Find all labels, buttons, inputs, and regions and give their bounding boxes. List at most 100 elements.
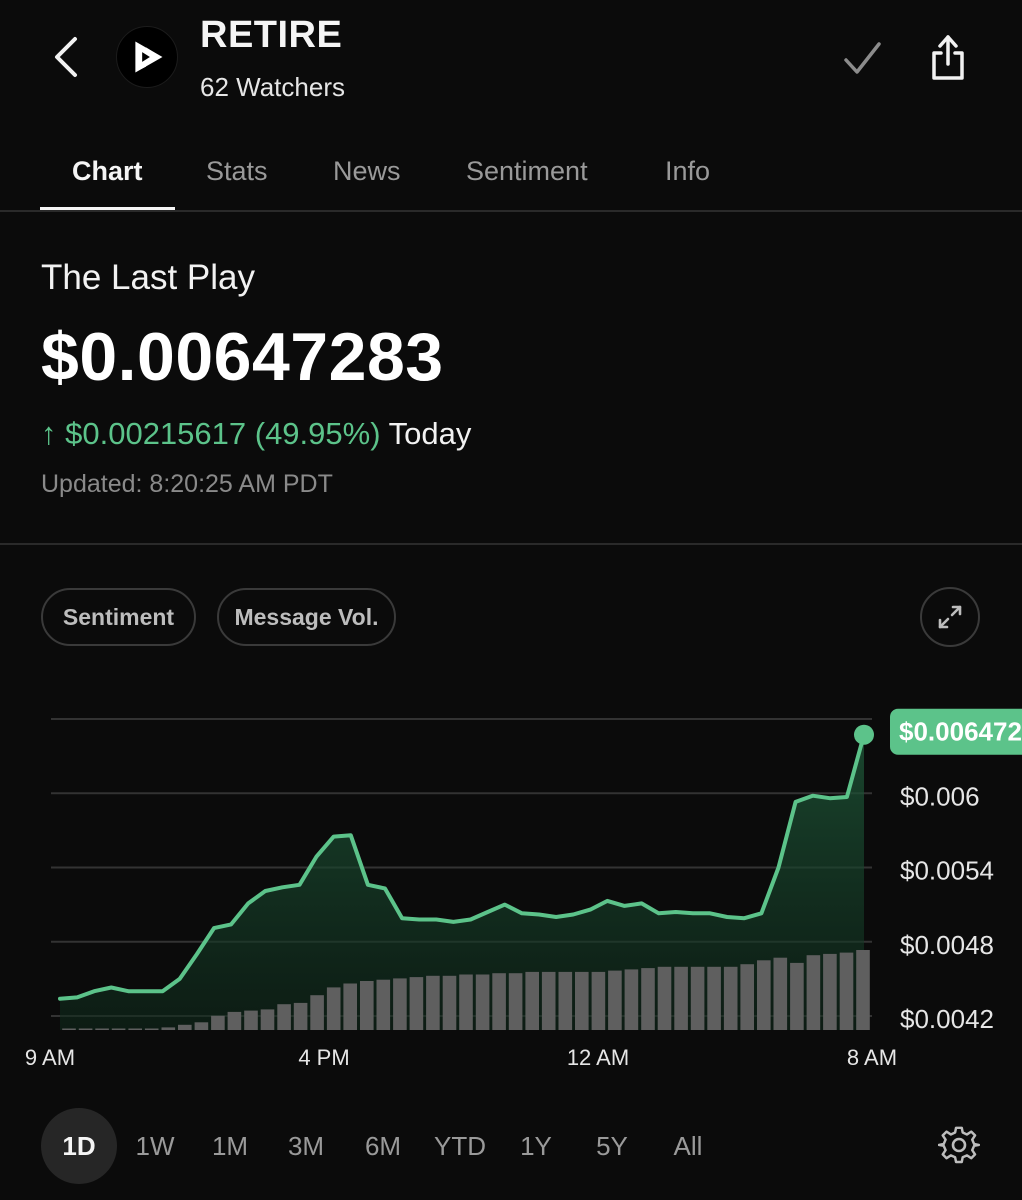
active-tab-indicator bbox=[40, 207, 175, 210]
range-1m[interactable]: 1M bbox=[205, 1108, 255, 1184]
volume-bar bbox=[244, 1010, 258, 1030]
gear-icon bbox=[938, 1126, 980, 1164]
play-logo-icon bbox=[135, 41, 163, 73]
volume-bar bbox=[674, 966, 688, 1030]
volume-bar bbox=[690, 966, 705, 1030]
back-button[interactable] bbox=[46, 34, 86, 80]
range-3m[interactable]: 3M bbox=[280, 1108, 332, 1184]
volume-bar bbox=[723, 966, 738, 1030]
ticker-symbol: RETIRE bbox=[200, 14, 343, 56]
volume-bar bbox=[293, 1002, 308, 1030]
volume-bar bbox=[541, 971, 556, 1030]
volume-bar bbox=[459, 974, 473, 1030]
volume-bar bbox=[757, 960, 771, 1030]
x-tick-label: 9 AM bbox=[25, 1045, 75, 1070]
volume-bar bbox=[376, 979, 391, 1030]
sentiment-toggle[interactable]: Sentiment bbox=[41, 588, 196, 646]
volume-bar bbox=[360, 981, 374, 1030]
share-icon bbox=[932, 35, 964, 80]
tab-news[interactable]: News bbox=[333, 156, 401, 187]
x-tick-label: 8 AM bbox=[847, 1045, 897, 1070]
current-price: $0.00647283 bbox=[41, 319, 444, 395]
volume-bar bbox=[839, 952, 854, 1030]
price-change: ↑ $0.00215617 (49.95%) bbox=[41, 416, 381, 451]
volume-bar bbox=[641, 968, 655, 1030]
volume-bar bbox=[773, 957, 788, 1030]
tab-sentiment[interactable]: Sentiment bbox=[466, 156, 588, 187]
price-chart[interactable]: $0.0066$0.006$0.0054$0.0048$0.0042 9 AM4… bbox=[0, 690, 1022, 1080]
volume-bar bbox=[310, 995, 324, 1030]
volume-bar bbox=[343, 983, 357, 1030]
volume-bar bbox=[227, 1011, 242, 1030]
price-chart-svg: $0.0066$0.006$0.0054$0.0048$0.0042 9 AM4… bbox=[25, 707, 1022, 1070]
volume-bar bbox=[409, 977, 424, 1030]
volume-bar bbox=[707, 966, 721, 1030]
range-1d[interactable]: 1D bbox=[41, 1108, 117, 1184]
volume-bar bbox=[558, 971, 573, 1030]
range-ytd[interactable]: YTD bbox=[430, 1108, 490, 1184]
chart-settings-button[interactable] bbox=[936, 1122, 982, 1168]
section-divider bbox=[0, 543, 1022, 545]
volume-bar bbox=[144, 1028, 159, 1030]
y-tick-label: $0.0042 bbox=[900, 1004, 994, 1034]
current-price-dot bbox=[854, 724, 874, 745]
header: RETIRE 62 Watchers bbox=[0, 0, 1022, 130]
volume-bar bbox=[806, 955, 821, 1030]
volume-bar bbox=[62, 1028, 76, 1030]
volume-bar bbox=[442, 975, 457, 1030]
stock-logo bbox=[116, 26, 178, 88]
volume-bar bbox=[260, 1009, 275, 1030]
volume-bar bbox=[211, 1015, 225, 1030]
check-icon bbox=[844, 42, 881, 74]
y-tick-label: $0.0048 bbox=[900, 930, 994, 960]
watcher-count: 62 Watchers bbox=[200, 72, 345, 102]
range-5y[interactable]: 5Y bbox=[588, 1108, 636, 1184]
watch-button[interactable] bbox=[838, 34, 886, 82]
tab-stats[interactable]: Stats bbox=[206, 156, 268, 187]
volume-bar bbox=[657, 966, 672, 1030]
volume-bar bbox=[326, 987, 341, 1030]
tab-chart[interactable]: Chart bbox=[72, 156, 143, 187]
range-all[interactable]: All bbox=[663, 1108, 713, 1184]
range-6m[interactable]: 6M bbox=[357, 1108, 409, 1184]
y-tick-label: $0.0054 bbox=[900, 856, 994, 886]
volume-bar bbox=[128, 1028, 142, 1030]
current-price-label: $0.00647283 bbox=[899, 717, 1022, 747]
volume-bar bbox=[525, 971, 539, 1030]
volume-bar bbox=[508, 973, 523, 1030]
volume-bar bbox=[178, 1024, 192, 1030]
volume-bar bbox=[575, 971, 589, 1030]
volume-bar bbox=[426, 975, 440, 1030]
volume-bar bbox=[790, 962, 804, 1030]
price-change-row: ↑ $0.00215617 (49.95%) Today bbox=[41, 416, 471, 452]
change-period: Today bbox=[388, 416, 472, 451]
volume-bar bbox=[277, 1004, 291, 1030]
volume-bar bbox=[78, 1028, 93, 1030]
x-tick-label: 4 PM bbox=[298, 1045, 349, 1070]
range-1y[interactable]: 1Y bbox=[513, 1108, 559, 1184]
volume-bar bbox=[95, 1028, 109, 1030]
company-name: The Last Play bbox=[41, 258, 255, 297]
tab-bar: Chart Stats News Sentiment Info bbox=[0, 140, 1022, 212]
volume-bar bbox=[856, 950, 870, 1030]
volume-bar bbox=[492, 973, 506, 1030]
volume-bar bbox=[111, 1028, 126, 1030]
expand-icon bbox=[938, 605, 962, 629]
volume-bar bbox=[823, 953, 837, 1030]
volume-bar bbox=[591, 971, 606, 1030]
volume-bar bbox=[393, 978, 407, 1030]
volume-bar bbox=[475, 974, 490, 1030]
volume-bar bbox=[740, 964, 754, 1030]
message-volume-toggle[interactable]: Message Vol. bbox=[217, 588, 396, 646]
chevron-left-icon bbox=[55, 37, 77, 77]
share-button[interactable] bbox=[922, 30, 974, 84]
volume-bar bbox=[161, 1027, 176, 1030]
x-tick-label: 12 AM bbox=[567, 1045, 629, 1070]
range-1w[interactable]: 1W bbox=[130, 1108, 180, 1184]
range-selector: 1D 1W 1M 3M 6M YTD 1Y 5Y All bbox=[0, 1108, 1022, 1184]
expand-chart-button[interactable] bbox=[920, 587, 980, 647]
tab-info[interactable]: Info bbox=[665, 156, 710, 187]
volume-bar bbox=[608, 970, 622, 1030]
volume-bar bbox=[194, 1022, 209, 1030]
volume-bar bbox=[624, 969, 639, 1030]
